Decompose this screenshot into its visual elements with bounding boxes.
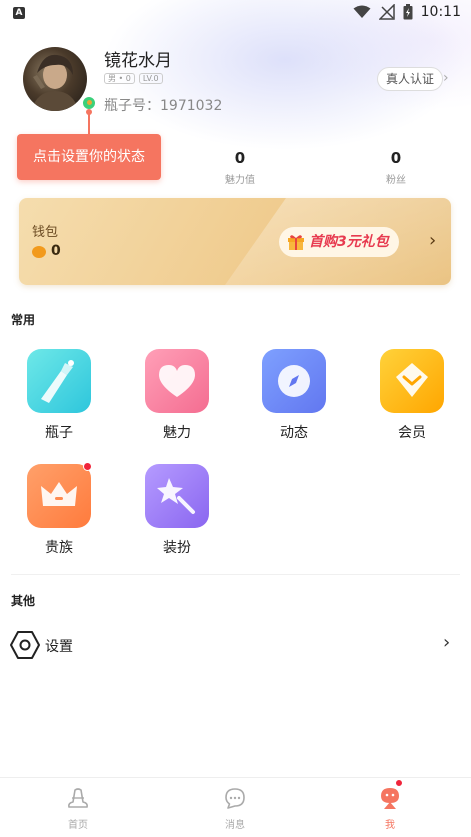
chevron-right-icon[interactable]: › — [429, 230, 436, 251]
tab-messages[interactable]: 消息 — [195, 786, 275, 831]
tab-label: 消息 — [225, 820, 245, 831]
magic-wand-icon — [145, 464, 209, 528]
crown-icon — [27, 464, 91, 528]
stat-label: 魅力值 — [225, 175, 255, 186]
grid-item-label: 贵族 — [45, 540, 73, 556]
gender-age-badge: 男 • 0 — [104, 73, 135, 84]
notification-dot — [83, 462, 92, 471]
tooltip-pointer-line — [88, 111, 90, 135]
promo-label: 首购3元礼包 — [309, 234, 389, 250]
status-tooltip[interactable]: 点击设置你的状态 — [17, 134, 161, 180]
gift-icon — [288, 235, 304, 250]
coin-icon — [32, 246, 46, 258]
section-divider — [11, 574, 460, 575]
stat-value: 0 — [390, 149, 402, 167]
stat-charm[interactable]: 0 魅力值 — [210, 149, 270, 186]
username: 镜花水月 — [104, 51, 172, 71]
grid-item-nobility[interactable]: 贵族 — [14, 464, 104, 557]
wallet-title: 钱包 — [32, 225, 59, 240]
message-icon — [222, 786, 248, 810]
settings-label: 设置 — [45, 639, 73, 655]
chevron-right-icon[interactable]: › — [443, 70, 449, 86]
status-bar: A 10:11 — [0, 0, 471, 28]
compass-icon — [262, 349, 326, 413]
bottle-icon — [27, 349, 91, 413]
tab-me[interactable]: 我 — [350, 779, 430, 831]
grid-item-label: 动态 — [280, 425, 308, 441]
clock: 10:11 — [420, 4, 461, 20]
chevron-right-icon: › — [443, 632, 451, 653]
avatar[interactable] — [23, 47, 87, 111]
battery-icon — [403, 4, 413, 20]
wallet-balance: 0 — [51, 243, 61, 259]
notification-dot — [395, 779, 403, 787]
grid-item-label: 装扮 — [163, 540, 191, 556]
bottle-id: 瓶子号：1971032 — [104, 98, 223, 114]
settings-row[interactable]: 设置 › — [0, 624, 471, 666]
tab-home[interactable]: 首页 — [38, 786, 118, 831]
wifi-icon — [353, 5, 371, 18]
grid-item-bottle[interactable]: 瓶子 — [14, 349, 104, 442]
grid-item-label: 会员 — [398, 425, 426, 441]
status-icons: 10:11 — [353, 4, 461, 20]
grid-item-label: 魅力 — [163, 425, 191, 441]
wallet-card[interactable]: 钱包 0 首购3元礼包 › — [19, 198, 451, 285]
section-title-other: 其他 — [11, 594, 36, 608]
tab-label: 首页 — [68, 820, 88, 831]
level-badge: LV.0 — [138, 73, 163, 84]
home-bottle-icon — [65, 786, 91, 810]
settings-icon — [10, 631, 40, 659]
grid-item-vip[interactable]: 会员 — [367, 349, 457, 442]
grid-item-moments[interactable]: 动态 — [249, 349, 339, 442]
bottom-tab-bar: 首页 消息 我 — [0, 777, 471, 837]
stat-fans[interactable]: 0 粉丝 — [366, 149, 426, 186]
app-notification-icon: A — [13, 7, 25, 19]
grid-item-dressup[interactable]: 装扮 — [132, 464, 222, 557]
real-person-verify-button[interactable]: 真人认证 — [377, 67, 444, 91]
first-purchase-promo-button[interactable]: 首购3元礼包 — [279, 227, 399, 257]
grid-item-charm[interactable]: 魅力 — [132, 349, 222, 442]
grid-item-label: 瓶子 — [45, 425, 73, 441]
heart-icon — [145, 349, 209, 413]
no-signal-icon — [378, 4, 395, 20]
me-icon — [377, 779, 403, 810]
section-title-common: 常用 — [11, 313, 36, 327]
stat-value: 0 — [234, 149, 246, 167]
user-badges: 男 • 0 LV.0 — [104, 73, 163, 84]
diamond-icon — [380, 349, 444, 413]
tab-label: 我 — [385, 820, 395, 831]
stat-label: 粉丝 — [386, 175, 406, 186]
